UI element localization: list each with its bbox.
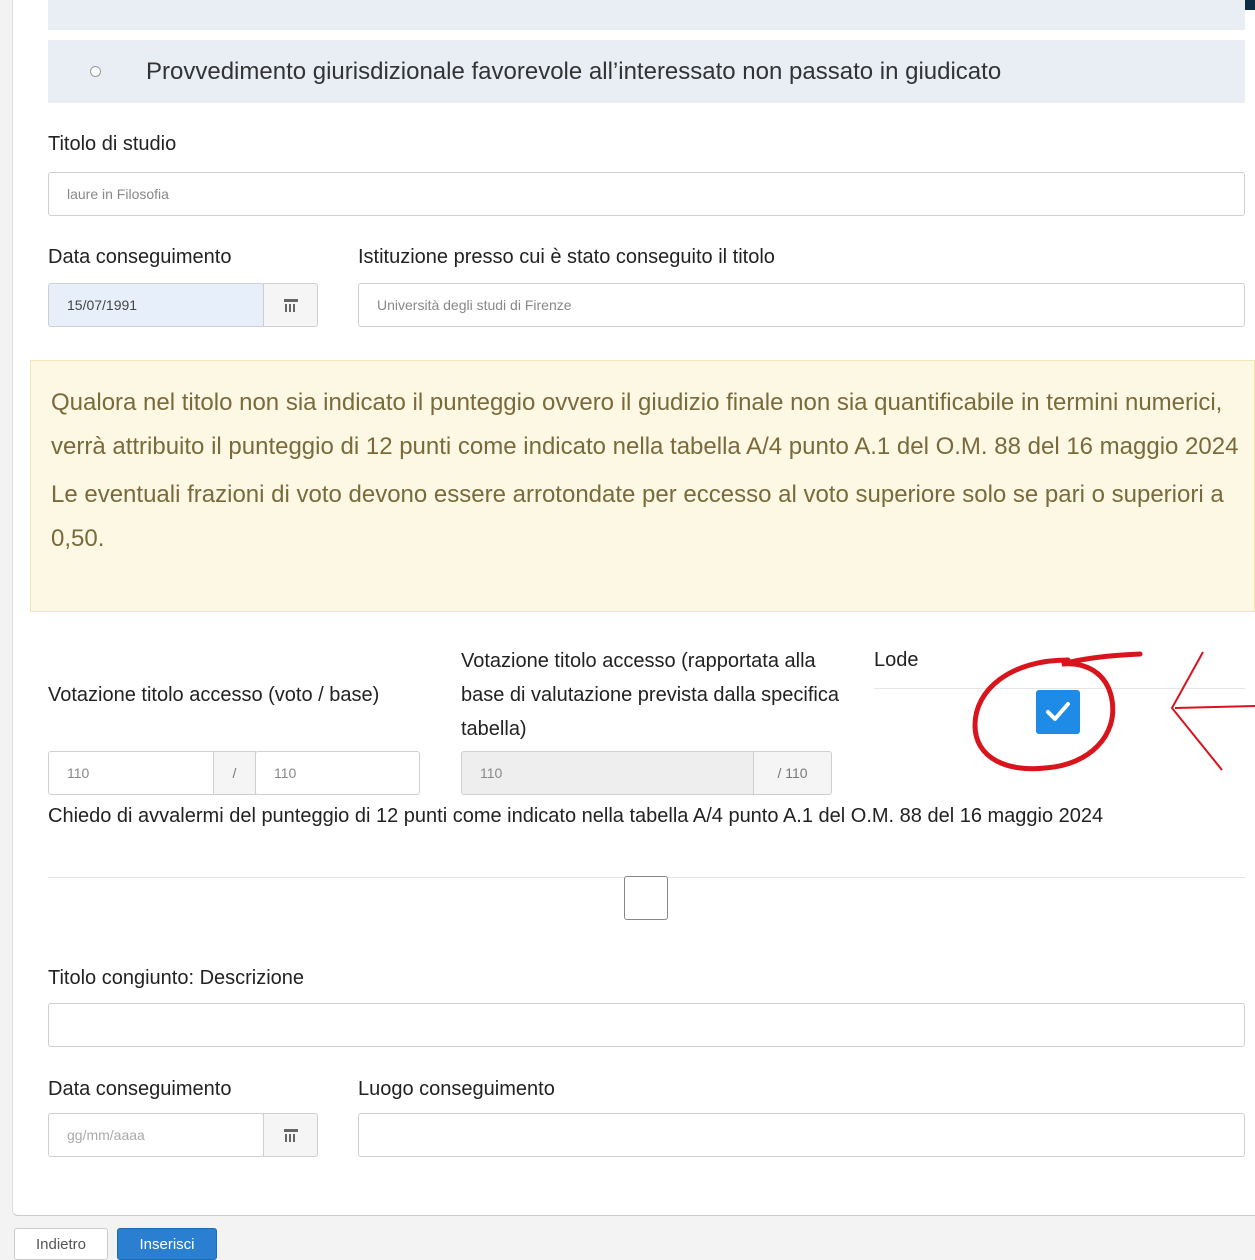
red-annotation: [972, 651, 1255, 772]
arrow-head-icon: [1171, 651, 1223, 771]
arrow-shaft: [1174, 705, 1255, 709]
circle-scribble: [972, 651, 1143, 772]
